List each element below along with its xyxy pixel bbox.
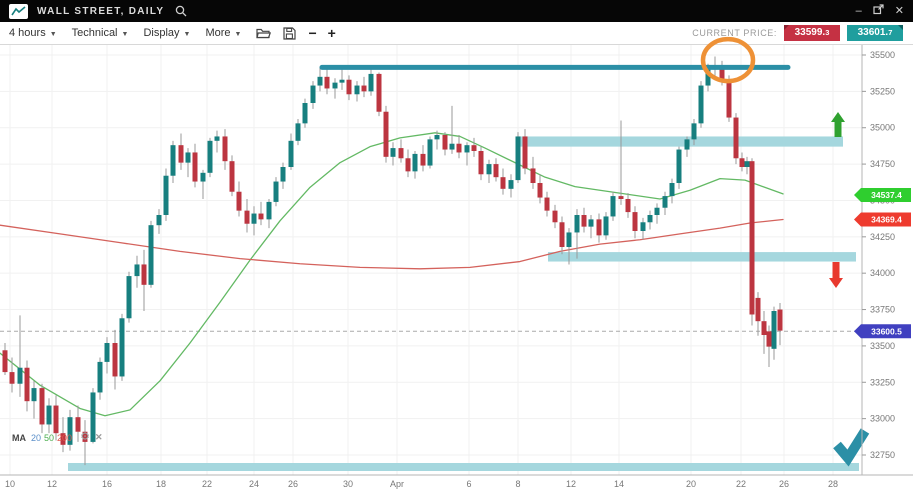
timeframe-label: 4 hours — [9, 27, 46, 39]
remove-indicator-icon[interactable]: ✕ — [95, 433, 103, 442]
price-tick-label: 35000 — [870, 123, 895, 133]
ma-period-20: 20 — [31, 433, 41, 443]
svg-text:33600.5: 33600.5 — [871, 326, 902, 336]
zone-band-3[interactable] — [68, 463, 859, 471]
technical-menu[interactable]: Technical ▼ — [72, 27, 129, 39]
zone-band-1[interactable] — [517, 136, 843, 146]
chart-area[interactable]: 3550035250350003475034500342503400033750… — [0, 45, 913, 491]
svg-text:34537.4: 34537.4 — [871, 190, 902, 200]
chart-title: WALL STREET, DAILY — [37, 6, 164, 17]
down-arrow-annotation[interactable] — [829, 262, 843, 288]
time-tick-label: 10 — [5, 479, 15, 489]
zoom-out-button[interactable]: − — [308, 25, 316, 41]
ma-indicator-legend: MA 2050200 ⚙ ✕ — [12, 432, 102, 443]
time-tick-label: 12 — [47, 479, 57, 489]
time-tick-label: Apr — [390, 479, 404, 489]
chevron-down-icon: ▼ — [50, 31, 57, 38]
time-tick-label: 16 — [102, 479, 112, 489]
gear-icon[interactable]: ⚙ — [80, 432, 90, 443]
app-logo-icon — [9, 4, 28, 19]
time-tick-label: 30 — [343, 479, 353, 489]
time-tick-label: 26 — [779, 479, 789, 489]
price-tick-label: 35250 — [870, 86, 895, 96]
time-tick-label: 22 — [202, 479, 212, 489]
time-tick-label: 6 — [466, 479, 471, 489]
checkmark-annotation[interactable] — [837, 431, 865, 458]
zone-band-2[interactable] — [548, 252, 856, 261]
save-icon[interactable] — [283, 27, 296, 40]
sell-price-badge[interactable]: 33599.3 — [784, 25, 840, 41]
display-label: Display — [143, 27, 179, 39]
price-tick-label: 33000 — [870, 414, 895, 424]
display-menu[interactable]: Display ▼ — [143, 27, 190, 39]
price-tick-label: 32750 — [870, 450, 895, 460]
price-chart-canvas[interactable]: 3550035250350003475034500342503400033750… — [0, 45, 913, 491]
price-tick-label: 34000 — [870, 268, 895, 278]
price-tick-label: 33250 — [870, 377, 895, 387]
svg-text:34369.4: 34369.4 — [871, 214, 902, 224]
current-price-axis-badge: 33600.5 — [854, 324, 911, 338]
time-tick-label: 14 — [614, 479, 624, 489]
time-tick-label: 8 — [515, 479, 520, 489]
ma-value-axis-badge: 34537.4 — [854, 188, 911, 202]
ma-legend-label: MA — [12, 433, 26, 443]
time-tick-label: 18 — [156, 479, 166, 489]
time-tick-label: 26 — [288, 479, 298, 489]
zoom-in-button[interactable]: + — [328, 25, 336, 41]
search-icon[interactable] — [175, 5, 187, 17]
current-price-label: CURRENT PRICE: — [692, 28, 777, 38]
buy-price-badge[interactable]: 33601.7 — [847, 25, 903, 41]
close-button[interactable]: ✕ — [895, 6, 904, 17]
ma-periods: 2050200 — [31, 433, 75, 443]
time-tick-label: 28 — [828, 479, 838, 489]
window-controls: – ✕ — [856, 4, 904, 18]
open-folder-icon[interactable] — [256, 27, 271, 39]
popout-icon[interactable] — [873, 4, 884, 18]
time-tick-label: 12 — [566, 479, 576, 489]
chevron-down-icon: ▼ — [235, 31, 242, 38]
price-tick-label: 35500 — [870, 50, 895, 60]
ma-value-axis-badge: 34369.4 — [854, 212, 911, 226]
price-tick-label: 33500 — [870, 341, 895, 351]
time-tick-label: 20 — [686, 479, 696, 489]
time-tick-label: 22 — [736, 479, 746, 489]
more-label: More — [205, 27, 230, 39]
ma-period-50: 50 — [44, 433, 54, 443]
highlight-circle-annotation[interactable] — [703, 39, 753, 81]
time-tick-label: 24 — [249, 479, 259, 489]
support-resistance-zones[interactable] — [68, 136, 859, 471]
ma-period-200: 200 — [57, 433, 72, 443]
technical-label: Technical — [72, 27, 118, 39]
timeframe-dropdown[interactable]: 4 hours ▼ — [9, 27, 57, 39]
price-tick-label: 34250 — [870, 232, 895, 242]
minimize-button[interactable]: – — [856, 6, 862, 17]
more-menu[interactable]: More ▼ — [205, 27, 241, 39]
chevron-down-icon: ▼ — [122, 31, 129, 38]
price-tick-label: 34750 — [870, 159, 895, 169]
chevron-down-icon: ▼ — [184, 31, 191, 38]
window-titlebar: WALL STREET, DAILY – ✕ — [0, 0, 913, 22]
price-tick-label: 33750 — [870, 305, 895, 315]
chart-toolbar: 4 hours ▼ Technical ▼ Display ▼ More ▼ −… — [0, 22, 913, 45]
